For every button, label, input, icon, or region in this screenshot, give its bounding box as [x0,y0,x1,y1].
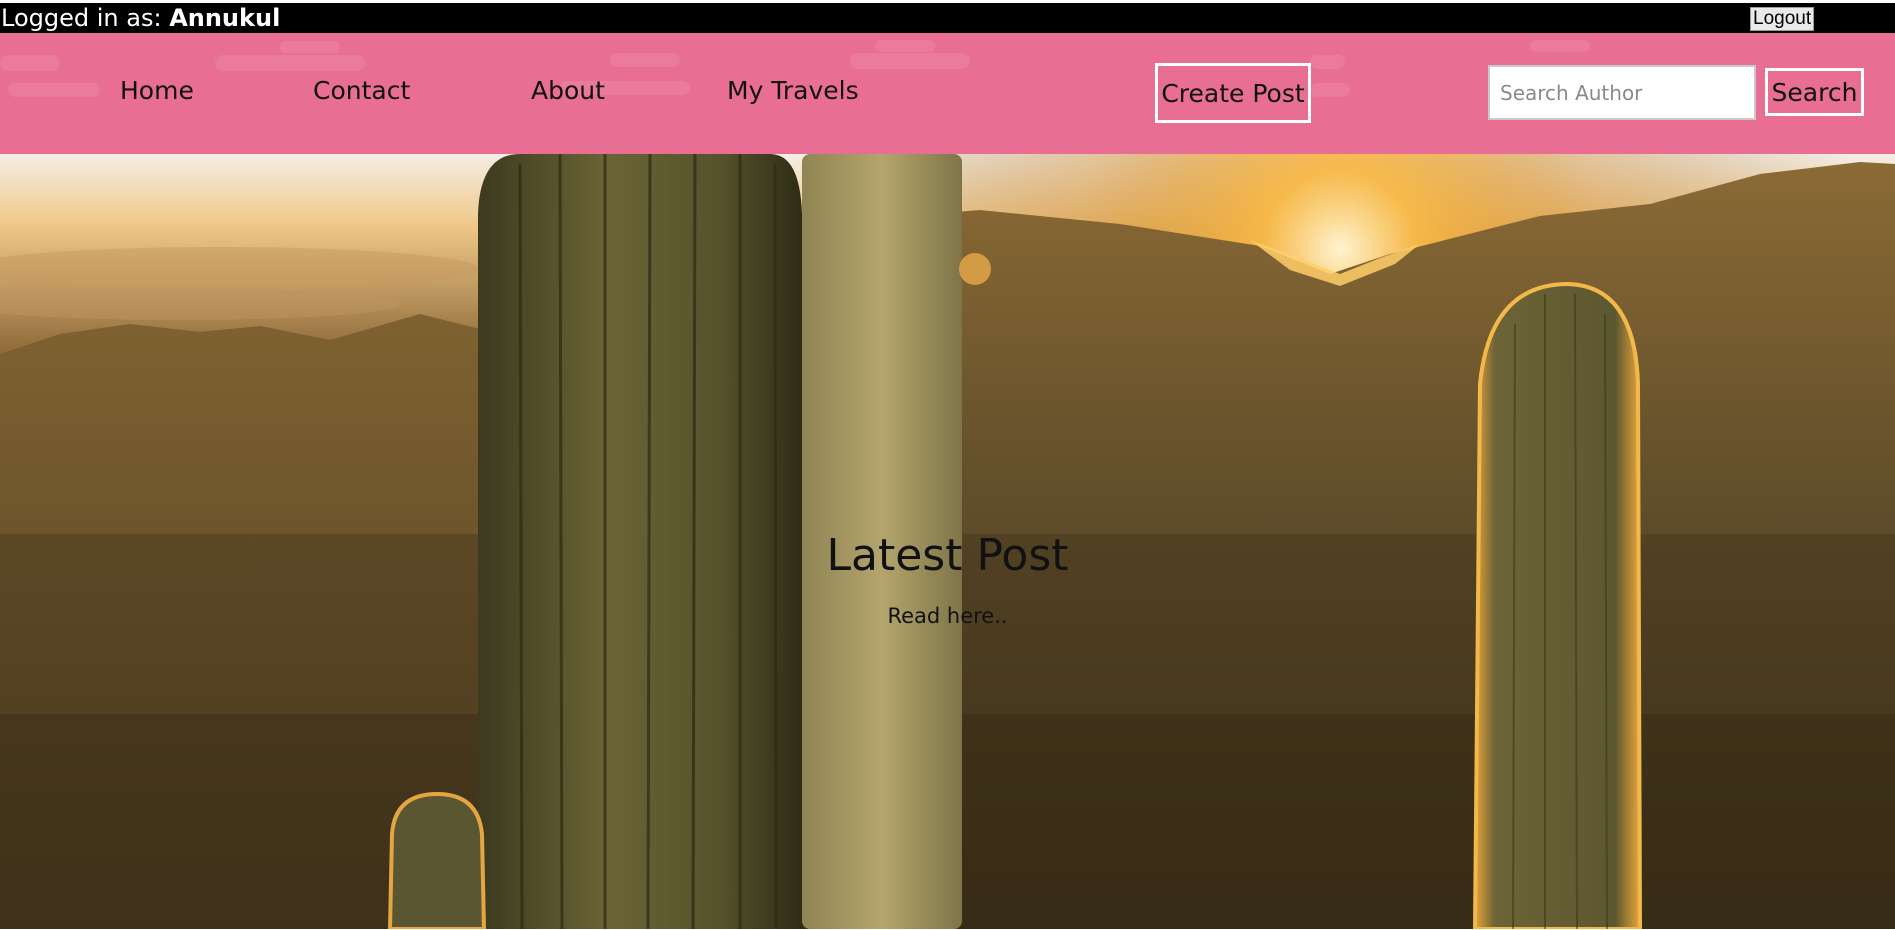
nav-cloud-decoration [1310,83,1350,97]
create-post-button[interactable]: Create Post [1155,63,1311,123]
nav-cloud-decoration [280,41,340,53]
nav-cloud-decoration [215,55,365,71]
hero-banner: Latest Post Read here.. [0,154,1895,929]
logout-button[interactable]: Logout [1750,7,1815,31]
session-bar: Logged in as: Annukul Logout [0,3,1895,33]
search-button[interactable]: Search [1765,68,1864,116]
nav-link-my-travels[interactable]: My Travels [727,78,859,103]
username: Annukul [169,4,281,32]
nav-link-home[interactable]: Home [120,78,194,103]
read-here-link[interactable]: Read here.. [0,606,1895,627]
nav-cloud-decoration [1530,40,1590,52]
nav-cloud-decoration [8,83,100,97]
nav-cloud-decoration [1310,55,1345,69]
nav-cloud-decoration [875,40,935,52]
logged-in-prefix: Logged in as: [1,4,162,32]
nav-cloud-decoration [610,53,680,67]
nav-link-about[interactable]: About [531,78,605,103]
nav-cloud-decoration [0,55,60,71]
search-author-input[interactable] [1488,65,1756,120]
main-navbar: Home Contact About My Travels Create Pos… [0,33,1895,154]
nav-cloud-decoration [850,53,970,69]
hero-title: Latest Post [826,530,1069,581]
nav-link-contact[interactable]: Contact [313,78,410,103]
logged-in-status: Logged in as: Annukul [1,6,280,30]
